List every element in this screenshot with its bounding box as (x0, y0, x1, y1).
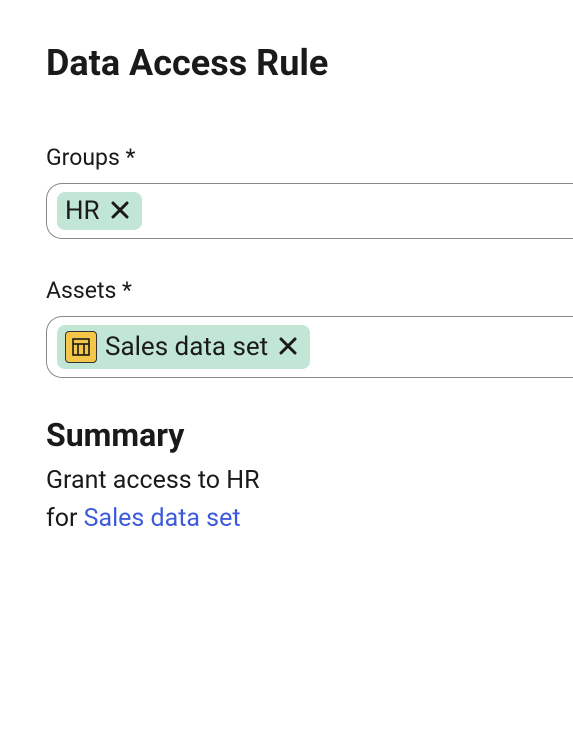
summary-heading: Summary (46, 416, 573, 454)
close-icon (108, 198, 132, 225)
asset-chip[interactable]: Sales data set (57, 325, 310, 369)
assets-label: Assets * (46, 277, 573, 304)
summary-middle: for (46, 504, 84, 533)
summary-group: HR (226, 466, 259, 495)
groups-input[interactable]: HR (46, 183, 573, 239)
group-chip[interactable]: HR (57, 192, 142, 230)
assets-input[interactable]: Sales data set (46, 316, 573, 378)
assets-field: Assets * Sales data set (46, 277, 573, 378)
remove-group-button[interactable] (108, 198, 132, 225)
summary-text: Grant access to HR for Sales data set (46, 462, 573, 537)
groups-field: Groups * HR (46, 144, 573, 239)
page-title: Data Access Rule (46, 42, 573, 84)
group-chip-label: HR (65, 196, 100, 226)
asset-chip-label: Sales data set (105, 332, 268, 362)
table-icon (65, 331, 97, 363)
summary-prefix: Grant access to (46, 466, 226, 495)
close-icon (276, 334, 300, 361)
remove-asset-button[interactable] (276, 334, 300, 361)
summary-asset-link[interactable]: Sales data set (84, 504, 241, 533)
groups-label: Groups * (46, 144, 573, 171)
